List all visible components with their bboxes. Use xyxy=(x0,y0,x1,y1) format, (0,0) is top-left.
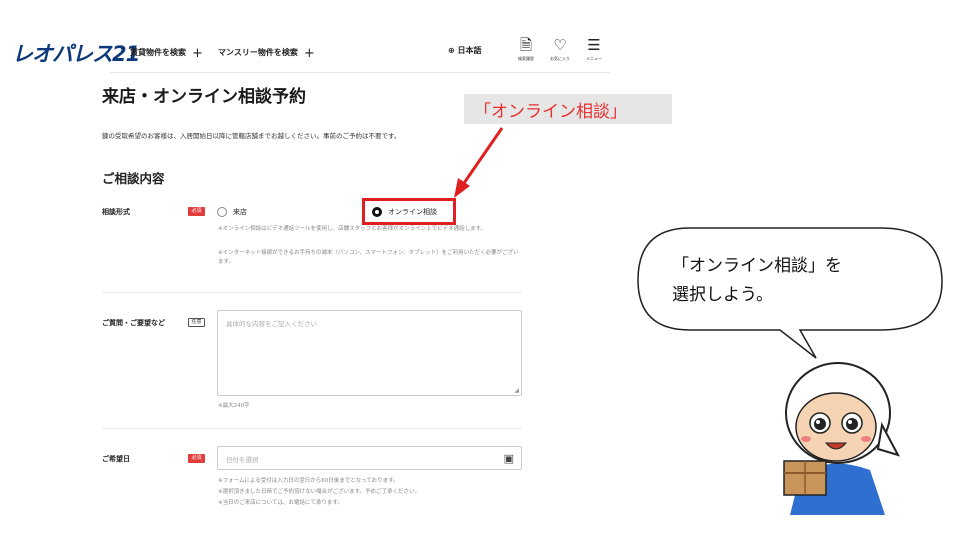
radio-visit-label: 来店 xyxy=(233,208,247,216)
section-divider xyxy=(102,292,522,293)
favorites-label: お気に入り xyxy=(550,56,570,61)
menu-button[interactable]: ☰ メニュー xyxy=(577,38,611,62)
date-note-3: ※当日のご来店については、お電話にて承ります。 xyxy=(218,500,343,506)
consult-note-1: ※オンライン相談はビデオ通話ツールを使用し、店舗スタッフとお客様がオンライン上で… xyxy=(218,226,487,232)
speech-bubble-text: 「オンライン相談」を 選択しよう。 xyxy=(672,252,922,310)
site-header: レオパレス21 賃貸物件を検索 + マンスリー物件を検索 + ⊕ 日本語 🗎 検索履… xyxy=(0,0,620,74)
page-description: 鍵の受取希望のお客様は、入居開始日以降に管轄店舗までお越しください。事前のご予約… xyxy=(102,132,401,140)
calendar-icon[interactable]: ▣ xyxy=(504,452,514,465)
nav-monthly-search-label: マンスリー物件を検索 xyxy=(218,48,298,57)
history-icon: 🗎 xyxy=(519,36,533,54)
optional-badge: 任意 xyxy=(188,318,205,327)
menu-label: メニュー xyxy=(586,56,602,61)
site-logo[interactable]: レオパレス21 xyxy=(12,38,140,68)
section-divider xyxy=(102,428,522,429)
questions-limit-note: ※最大240字 xyxy=(218,403,250,409)
nav-monthly-search[interactable]: マンスリー物件を検索 + xyxy=(218,44,315,61)
plus-icon: + xyxy=(303,46,315,61)
date-label: ご希望日 xyxy=(102,455,130,463)
bubble-line-2: 選択しよう。 xyxy=(672,285,773,305)
bubble-line-1: 「オンライン相談」を xyxy=(672,256,842,276)
consult-note-2: ※インターネット接続ができるお手持ちの端末（パソコン、スマートフォン、タブレット… xyxy=(218,250,519,265)
radio-visit[interactable]: 来店 xyxy=(217,207,247,217)
required-badge: 必須 xyxy=(188,207,205,216)
annotation-callout-text: 「オンライン相談」 xyxy=(474,102,627,122)
resize-grip-icon[interactable]: ◢ xyxy=(514,387,519,394)
mascot-illustration xyxy=(783,362,900,515)
date-placeholder: 日付を選択 xyxy=(226,456,259,464)
heart-icon: ♡ xyxy=(553,36,567,54)
history-button[interactable]: 🗎 検索履歴 xyxy=(509,38,543,62)
questions-label: ご質問・ご要望など xyxy=(102,319,165,327)
required-badge: 必須 xyxy=(188,454,205,463)
menu-icon: ☰ xyxy=(587,36,601,54)
nav-rent-search[interactable]: 賃貸物件を検索 + xyxy=(130,44,203,61)
date-note-1: ※フォームによる受付は入力日の翌日から60日後までとなっております。 xyxy=(218,478,399,484)
language-selector[interactable]: ⊕ 日本語 xyxy=(448,45,482,56)
header-divider xyxy=(110,72,610,73)
consult-type-label: 相談形式 xyxy=(102,208,130,216)
plus-icon: + xyxy=(192,46,203,61)
history-label: 検索履歴 xyxy=(518,56,534,61)
annotation-arrow xyxy=(454,127,504,198)
questions-textarea[interactable]: 具体的な内容をご記入ください ◢ xyxy=(217,310,522,396)
radio-circle xyxy=(217,207,227,217)
textarea-placeholder: 具体的な内容をご記入ください xyxy=(226,320,317,328)
date-picker-input[interactable]: 日付を選択 ▣ xyxy=(217,446,522,470)
section-title: ご相談内容 xyxy=(102,171,165,186)
nav-rent-search-label: 賃貸物件を検索 xyxy=(130,48,186,57)
page-title: 来店・オンライン相談予約 xyxy=(102,87,306,107)
favorites-button[interactable]: ♡ お気に入り xyxy=(543,38,577,62)
date-note-2: ※選択頂きました日時でご予約頂けない場合がございます。予めご了承ください。 xyxy=(218,489,421,495)
